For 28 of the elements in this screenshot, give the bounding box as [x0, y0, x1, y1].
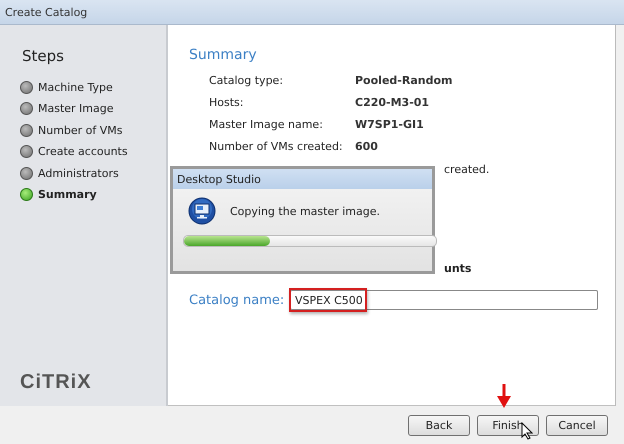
sidebar-heading: Steps [22, 47, 65, 65]
step-label: Number of VMs [38, 124, 123, 137]
summary-text: created. [444, 162, 490, 177]
summary-value: 600 [355, 139, 379, 154]
step-label: Create accounts [38, 145, 128, 158]
dialog-button[interactable]: Back [408, 414, 470, 436]
field-label: Catalog name: [189, 292, 286, 308]
summary-value: W7SP1-GI1 [355, 117, 425, 132]
summary-label: Catalog type: [209, 73, 284, 88]
arrow-icon [497, 384, 511, 408]
logo: CiTRiX [20, 371, 92, 394]
summary-label: Master Image name: [209, 117, 324, 132]
summary-value: Pooled-Random [355, 73, 454, 88]
window-title: Create Catalog [5, 6, 88, 18]
monitor-icon [188, 197, 216, 225]
dialog-message: Copying the master image. [230, 204, 380, 218]
summary-value: C220-M3-01 [355, 95, 430, 110]
step-label: Summary [38, 188, 97, 202]
summary-text: unts [444, 261, 472, 276]
summary-label: Hosts: [209, 95, 244, 110]
summary-label: Number of VMs created: [209, 139, 344, 154]
step-label: Administrators [38, 166, 119, 180]
cursor-icon [521, 422, 533, 440]
section-heading: Summary [189, 47, 258, 63]
step-label: Machine Type [38, 80, 113, 94]
dialog-button[interactable]: Cancel [546, 414, 608, 436]
step-label: Master Image [38, 102, 114, 116]
dialog-title: Desktop Studio [177, 172, 261, 186]
